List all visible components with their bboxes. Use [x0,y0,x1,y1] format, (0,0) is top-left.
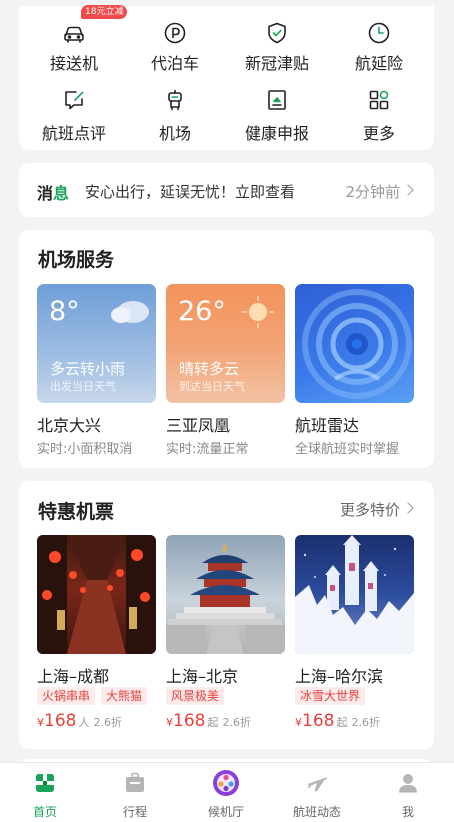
flight-status-icon [305,771,329,795]
weather-tile-departure[interactable]: 8° 多云转小雨 出发当日天气 [37,284,156,403]
grid-item-valet[interactable]: 代泊车 [125,6,225,74]
deal-route: 上海–北京 [166,667,239,686]
tab-trip[interactable]: 行程 [90,763,180,822]
tile-name: 北京大兴 [37,416,102,435]
trip-icon [123,771,147,795]
radar-icon [302,289,412,399]
deal-tag: 大熊猫 [101,687,148,705]
deal-tag: 冰雪大世界 [295,687,366,705]
weather-tile-arrival[interactable]: 26° 晴转多云 到达当日天气 [166,284,285,403]
deal-photo-beijing[interactable] [166,535,285,654]
parking-icon [163,21,187,45]
health-declare-icon [265,88,289,112]
grid-item-covid-allowance[interactable]: 新冠津贴 [227,6,327,74]
grid-item-airport[interactable]: 机场 [125,76,225,144]
weather-sub: 出发当日天气 [50,380,116,393]
tab-label: 候机厅 [207,805,244,819]
deal-price: ¥168 人 2.6折 [37,711,122,731]
tile-status: 全球航班实时掌握 [295,442,400,457]
grid-label: 航延险 [354,54,403,73]
tab-profile[interactable]: 我 [363,763,453,822]
more-grid-icon [367,88,391,112]
tile-status: 实时:流量正常 [166,442,249,457]
deal-price: ¥168 起 2.6折 [166,711,251,731]
chevron-right-icon [402,502,414,514]
temperature: 8° [49,296,80,327]
deal-tags: 火锅串串 大熊猫 [37,687,148,705]
message-tag: 消息 [37,184,70,203]
message-time: 2分钟前 [345,183,400,201]
grid-item-more[interactable]: 更多 [329,76,429,144]
car-icon [62,21,86,45]
temple-of-heaven-image [166,543,285,654]
grid-label: 代泊车 [150,54,199,73]
deal-price: ¥168 起 2.6折 [295,711,380,731]
grid-label: 航班点评 [41,124,106,143]
grid-label: 机场 [158,124,191,143]
tile-name: 航班雷达 [295,416,360,435]
grid-label: 健康申报 [244,124,309,143]
deal-tags: 风景极美 [166,687,225,705]
clock-icon [367,21,391,45]
bottom-tab-bar: 首页 行程 候机厅 航班动态 我 [0,762,454,822]
weather-sub: 到达当日天气 [179,380,245,393]
quick-services-grid: 18元立减 接送机 代泊车 新冠津贴 航延险 航班点评 机场 健康申报 更多 [19,5,434,150]
deal-photo-harbin[interactable] [295,535,414,654]
flight-radar-tile[interactable] [295,284,414,403]
tab-label: 航班动态 [292,805,341,819]
grid-item-delay-insurance[interactable]: 航延险 [329,6,429,74]
section-title: 特惠机票 [38,501,115,523]
cloud-icon [111,301,149,323]
grid-label: 更多 [362,124,395,143]
tile-status: 实时:小面积取消 [37,442,133,457]
deal-tag: 火锅串串 [37,687,96,705]
lounge-icon [212,769,240,797]
promo-badge: 18元立减 [81,5,128,19]
chevron-right-icon [402,184,414,196]
grid-label: 接送机 [49,54,98,73]
tab-label: 我 [401,805,414,819]
weather-desc: 晴转多云 [179,360,240,378]
review-edit-icon [62,88,86,112]
deal-tags: 冰雪大世界 [295,687,366,705]
profile-icon [396,771,420,795]
tab-home[interactable]: 首页 [0,763,90,822]
grid-item-flight-review[interactable]: 航班点评 [24,76,124,144]
message-text: 安心出行，延误无忧！立即查看 [85,183,296,201]
airport-services-section: 机场服务 8° 多云转小雨 出发当日天气 北京大兴 实时:小面积取消 26° 晴… [19,230,434,468]
tab-label: 首页 [32,805,57,819]
lantern-street-image [37,535,156,654]
tile-name: 三亚凤凰 [166,416,231,435]
home-icon [33,771,57,795]
deal-route: 上海–成都 [37,667,110,686]
weather-desc: 多云转小雨 [50,360,126,378]
ice-castle-image [295,535,414,654]
deal-tag: 风景极美 [166,687,225,705]
airport-robot-icon [163,88,187,112]
grid-item-health-declaration[interactable]: 健康申报 [227,76,327,144]
tab-label: 行程 [122,805,147,819]
grid-item-pickup[interactable]: 18元立减 接送机 [24,5,128,74]
temperature: 26° [178,296,226,327]
tab-lounge[interactable]: 候机厅 [181,763,271,822]
grid-label: 新冠津贴 [244,54,309,73]
message-bar[interactable]: 消息 安心出行，延误无忧！立即查看 2分钟前 [19,163,434,217]
deal-route: 上海–哈尔滨 [295,667,384,686]
deals-section: 特惠机票 更多特价 上海–成都 火锅串串 大熊猫 ¥168 人 2.6折 上海–… [19,481,434,749]
shield-check-icon [265,21,289,45]
tab-flight-status[interactable]: 航班动态 [272,763,362,822]
section-title: 机场服务 [38,249,115,271]
sun-icon [242,296,274,328]
more-deals-link[interactable]: 更多特价 [340,499,400,520]
deal-photo-chengdu[interactable] [37,535,156,654]
